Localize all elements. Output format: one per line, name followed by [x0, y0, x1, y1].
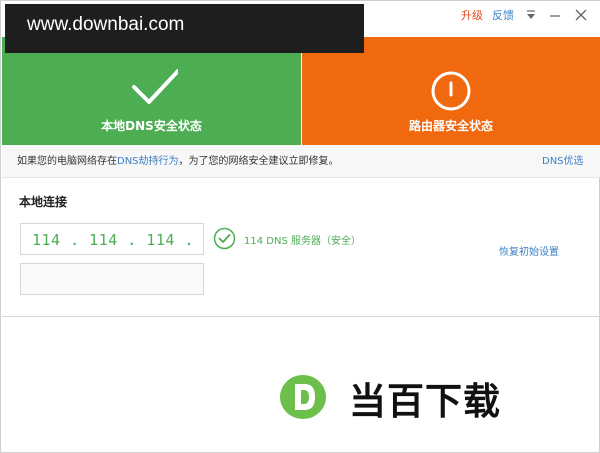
router-security-panel[interactable]: 路由器安全状态	[302, 37, 600, 145]
notice-text-after: ，为了您的网络安全建议立即修复。	[178, 156, 339, 167]
dns-hijack-link[interactable]: DNS劫持行为	[117, 156, 179, 167]
secondary-dns-field[interactable]	[20, 263, 204, 295]
dns-optimize-link[interactable]: DNS优选	[542, 145, 584, 178]
section-title-local-connection: 本地连接	[19, 195, 68, 209]
local-dns-panel[interactable]: 本地DNS安全状态	[2, 37, 301, 145]
notice-text: 如果您的电脑网络存在DNS劫持行为，为了您的网络安全建议立即修复。	[17, 145, 339, 178]
minimize-icon[interactable]	[547, 7, 563, 23]
dropdown-triangle-icon[interactable]	[523, 7, 539, 23]
check-circle-icon	[213, 227, 236, 250]
close-icon[interactable]	[573, 7, 589, 23]
router-security-label: 路由器安全状态	[408, 119, 493, 133]
watermark-banner: www.downbai.com	[5, 4, 364, 53]
notice-text-before: 如果您的电脑网络存在	[17, 156, 117, 167]
divider	[2, 316, 600, 317]
local-dns-label: 本地DNS安全状态	[101, 119, 202, 133]
dns-app-window: 升级 反馈 www.downbai.com 本地DNS安全状态 路由器安全状态 …	[0, 0, 600, 453]
restore-defaults-link[interactable]: 恢复初始设置	[499, 243, 559, 258]
dns-status-text: 114 DNS 服务器（安全）	[244, 236, 361, 247]
primary-dns-field[interactable]: 114 . 114 . 114 . 114	[20, 223, 204, 281]
power-icon	[431, 71, 471, 111]
feedback-link[interactable]: 反馈	[492, 9, 514, 23]
brand-logo-icon: D	[280, 375, 326, 419]
checkmark-icon	[131, 69, 178, 104]
upgrade-link[interactable]: 升级	[461, 9, 483, 23]
brand-name: 当百下载	[349, 380, 501, 423]
notice-bar: 如果您的电脑网络存在DNS劫持行为，为了您的网络安全建议立即修复。 DNS优选	[2, 145, 600, 178]
